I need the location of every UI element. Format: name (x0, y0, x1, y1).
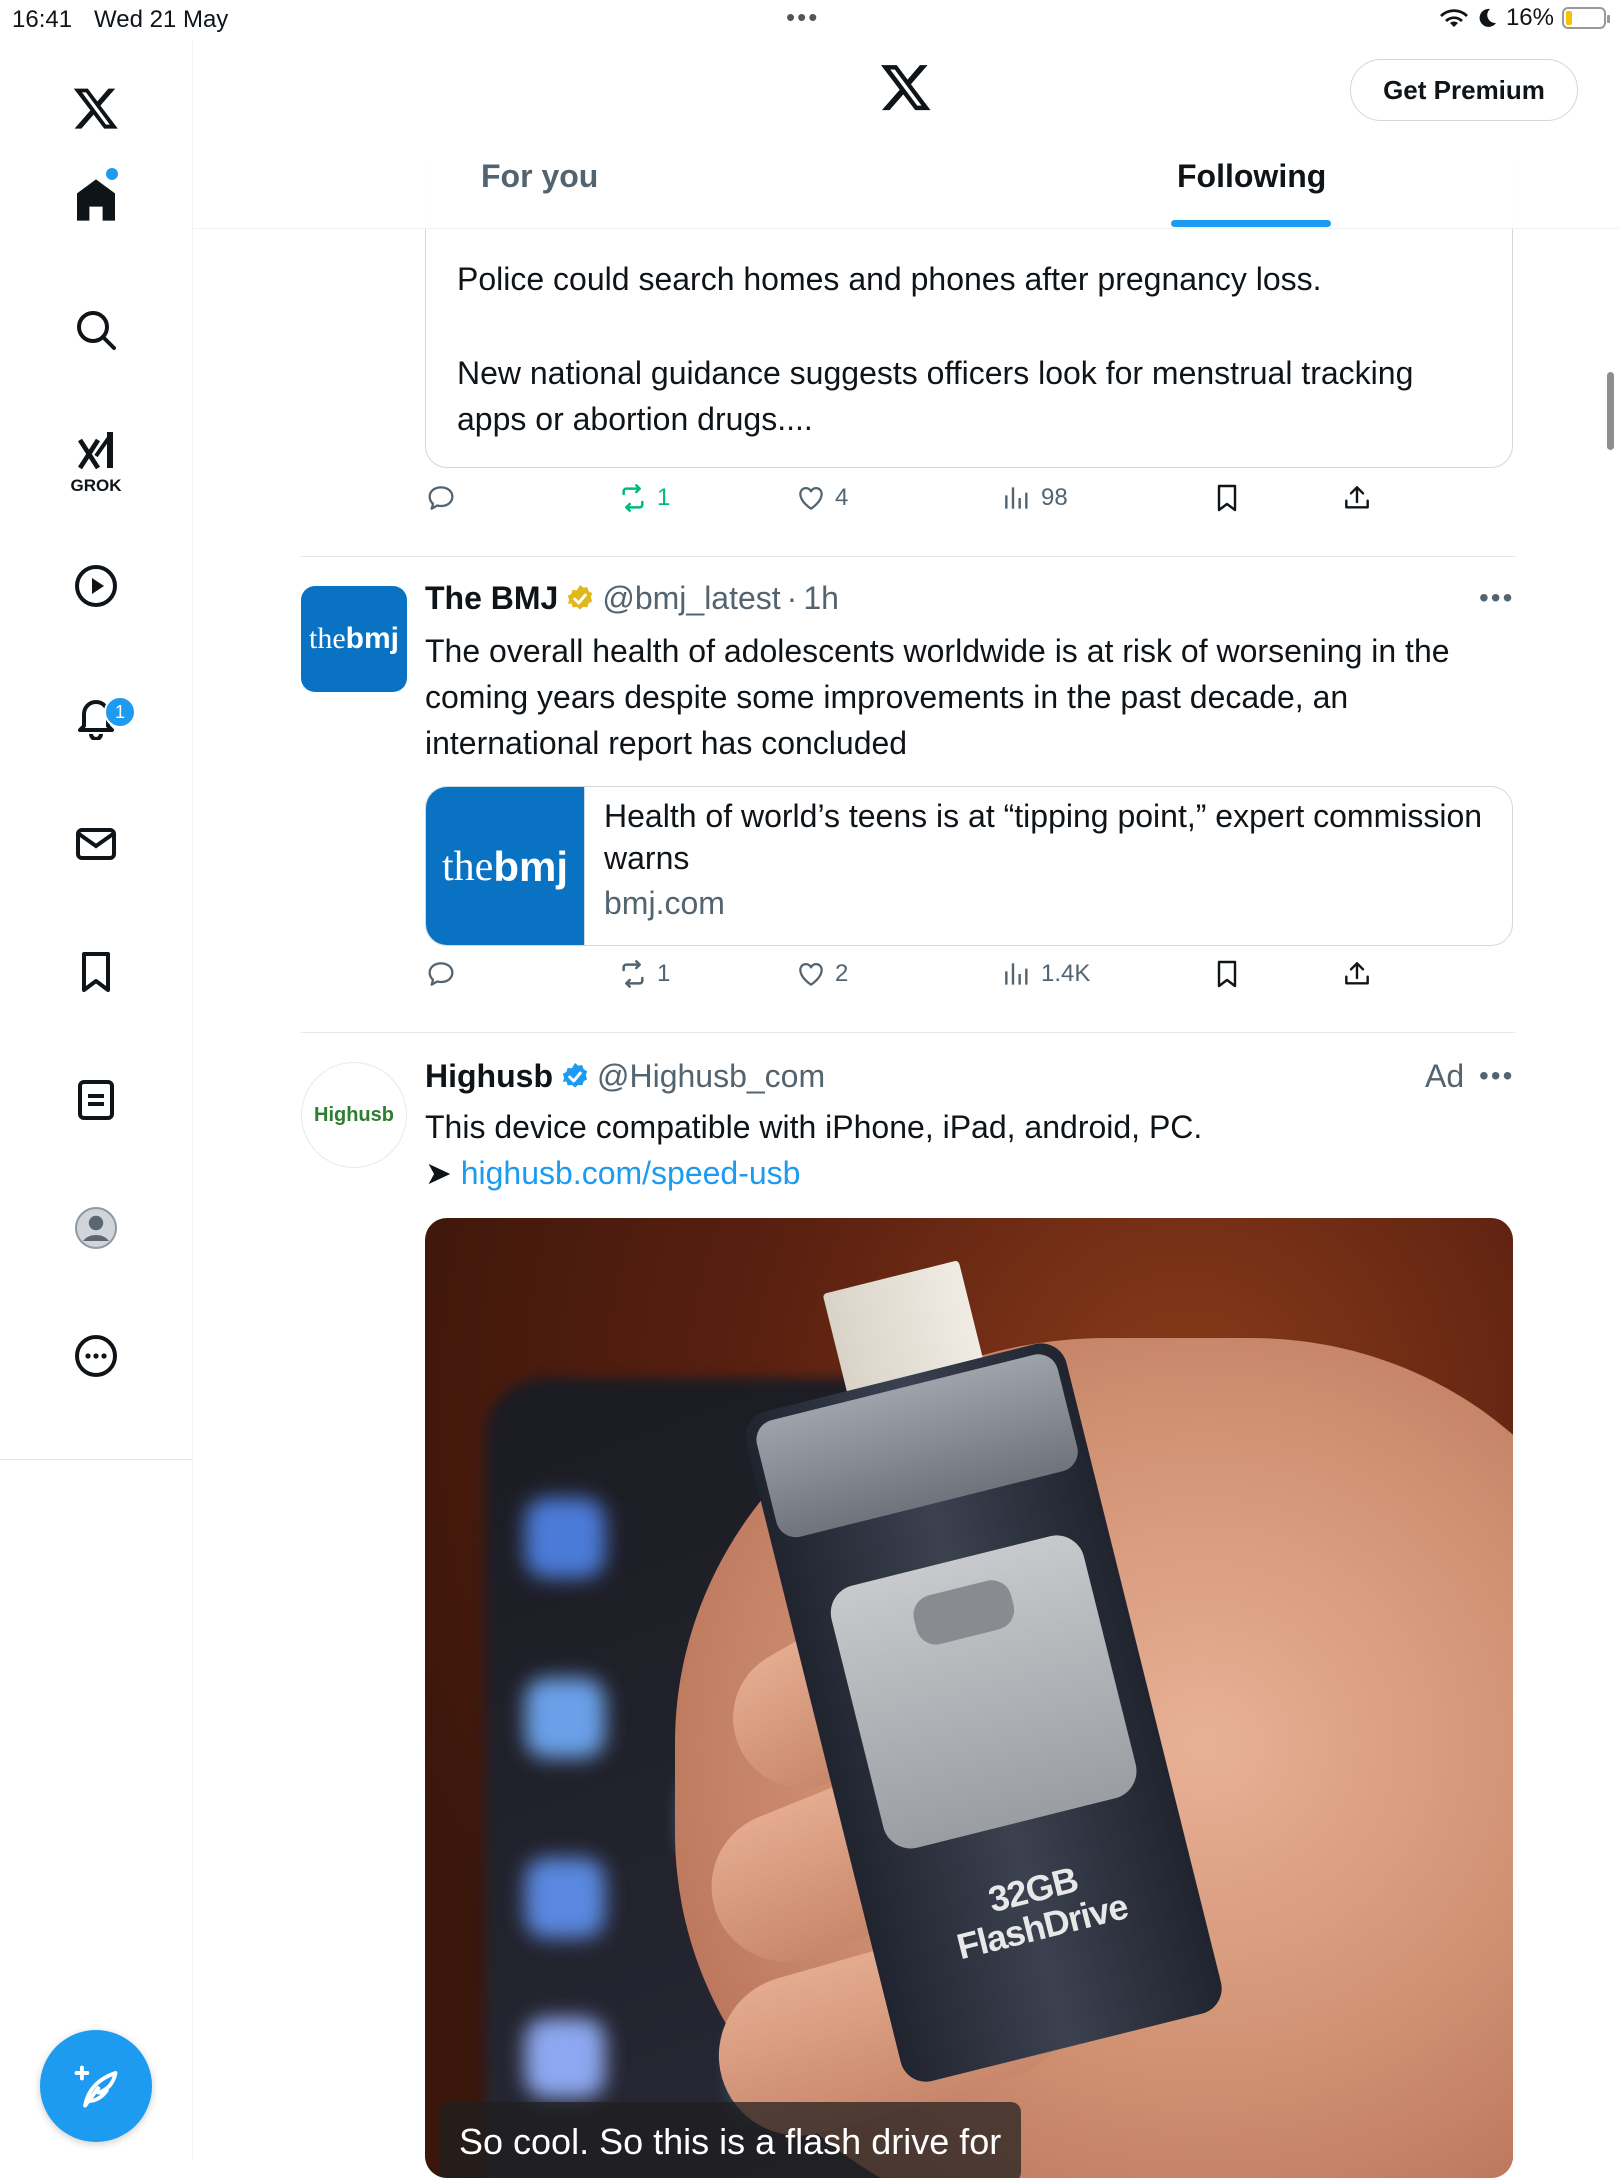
views-chart-icon (1005, 963, 1028, 985)
active-tab-indicator (1171, 220, 1331, 227)
x-logo-icon[interactable] (56, 68, 136, 148)
author-handle[interactable]: @bmj_latest (602, 580, 780, 617)
status-time: 16:41 (12, 6, 73, 33)
home-icon[interactable] (56, 160, 136, 240)
share-button[interactable] (1341, 958, 1373, 990)
bmj-post-actions: 1 2 1.4K (425, 958, 1565, 1008)
search-icon[interactable] (56, 290, 136, 370)
retweet-icon (622, 484, 644, 512)
quoted-post-text-line-1: Police could search homes and phones aft… (457, 261, 1322, 297)
bookmark-icon (1217, 484, 1237, 512)
link-card-title: Health of world’s teens is at “tipping p… (604, 798, 1483, 876)
get-premium-button[interactable]: Get Premium (1350, 59, 1578, 121)
bmj-avatar[interactable]: the bmj (301, 586, 407, 692)
like-button[interactable]: 4 (795, 482, 848, 514)
reply-icon (428, 486, 454, 510)
retweet-count: 1 (657, 484, 671, 511)
multitask-dots-icon[interactable]: ••• (786, 2, 819, 33)
moon-icon (1479, 8, 1496, 27)
bmj-link-card[interactable]: the bmj Health of world’s teens is at “ti… (425, 786, 1513, 946)
lists-icon[interactable] (56, 1060, 136, 1140)
messages-mail-icon[interactable] (56, 804, 136, 884)
rail-divider (0, 1459, 192, 1460)
author-name[interactable]: Highusb (425, 1058, 553, 1095)
notifications-bell-icon[interactable]: 1 (56, 676, 136, 756)
tab-following[interactable]: Following (1177, 158, 1326, 195)
highusb-avatar[interactable]: Highusb (301, 1062, 407, 1168)
bookmark-button[interactable] (1211, 482, 1243, 514)
compose-feather-icon (74, 2065, 118, 2108)
author-name[interactable]: The BMJ (425, 580, 558, 617)
share-icon (1345, 962, 1369, 985)
link-card-domain: bmj.com (604, 885, 725, 921)
views-button[interactable]: 98 (1001, 482, 1068, 514)
status-indicators: 16% (1439, 4, 1610, 32)
arrow-prefix: ➤ (425, 1155, 452, 1191)
ad-post-text: This device compatible with iPhone, iPad… (425, 1109, 1203, 1191)
tab-for-you[interactable]: For you (481, 158, 598, 195)
share-icon (1345, 486, 1369, 509)
quoted-post-text-line-2: New national guidance suggests officers … (457, 355, 1414, 437)
post-divider (301, 556, 1515, 557)
post-time[interactable]: 1h (803, 580, 839, 617)
left-navigation-rail: GROK 1 (0, 40, 193, 2160)
ad-video-media[interactable]: 32GB FlashDrive So cool. So this is a fl… (425, 1218, 1513, 2178)
ad-link[interactable]: highusb.com/speed-usb (461, 1155, 801, 1191)
heart-icon (799, 962, 823, 986)
bookmark-icon (1217, 960, 1237, 988)
views-button[interactable]: 1.4K (1001, 958, 1090, 990)
verified-blue-badge-icon (562, 1062, 588, 1088)
wifi-icon (1439, 9, 1468, 27)
status-date: Wed 21 May (94, 6, 229, 33)
verified-gold-badge-icon (568, 584, 593, 610)
bmj-post-header: The BMJ @bmj_latest · 1h (425, 580, 839, 617)
view-count: 1.4K (1041, 960, 1091, 987)
profile-avatar-icon[interactable] (56, 1188, 136, 1268)
timeline: Police could search homes and phones aft… (193, 0, 1620, 2178)
battery-percent: 16% (1505, 4, 1554, 31)
ad-post-header: Highusb @Highusb_com (425, 1058, 825, 1095)
like-count: 4 (835, 484, 849, 511)
reply-icon (428, 962, 454, 986)
retweet-count: 1 (657, 960, 671, 987)
video-play-icon[interactable] (56, 546, 136, 626)
post-divider (301, 1032, 1515, 1033)
ad-label: Ad (1425, 1058, 1465, 1094)
bookmarks-icon[interactable] (56, 932, 136, 1012)
home-new-dot (106, 168, 118, 180)
views-chart-icon (1005, 487, 1028, 509)
reply-button[interactable] (425, 958, 457, 990)
like-button[interactable]: 2 (795, 958, 848, 990)
bookmark-button[interactable] (1211, 958, 1243, 990)
view-count: 98 (1041, 484, 1068, 511)
share-button[interactable] (1341, 482, 1373, 514)
heart-icon (799, 486, 823, 510)
grok-label: GROK (70, 476, 122, 495)
post-more-icon[interactable]: ••• (1479, 582, 1514, 614)
notifications-badge: 1 (104, 696, 136, 728)
author-handle[interactable]: @Highusb_com (597, 1058, 825, 1095)
scrollbar[interactable] (1607, 372, 1614, 450)
x-logo-header-icon[interactable] (879, 60, 933, 119)
link-card-thumbnail: the bmj (426, 787, 585, 945)
post-more-icon[interactable]: ••• (1479, 1060, 1514, 1092)
reply-button[interactable] (425, 482, 457, 514)
bmj-post-text: The overall health of adolescents worldw… (425, 633, 1450, 761)
compose-post-button[interactable] (40, 2030, 152, 2142)
retweet-button[interactable]: 1 (617, 482, 670, 514)
more-options-icon[interactable] (56, 1316, 136, 1396)
retweet-icon (622, 960, 644, 988)
retweet-button[interactable]: 1 (617, 958, 670, 990)
status-bar: 16:41 Wed 21 May ••• 16% (0, 0, 1620, 40)
like-count: 2 (835, 960, 849, 987)
battery-icon (1562, 7, 1610, 29)
video-caption: So cool. So this is a flash drive for (439, 2102, 1022, 2178)
quote-post-actions: 1 4 98 (425, 482, 1565, 532)
